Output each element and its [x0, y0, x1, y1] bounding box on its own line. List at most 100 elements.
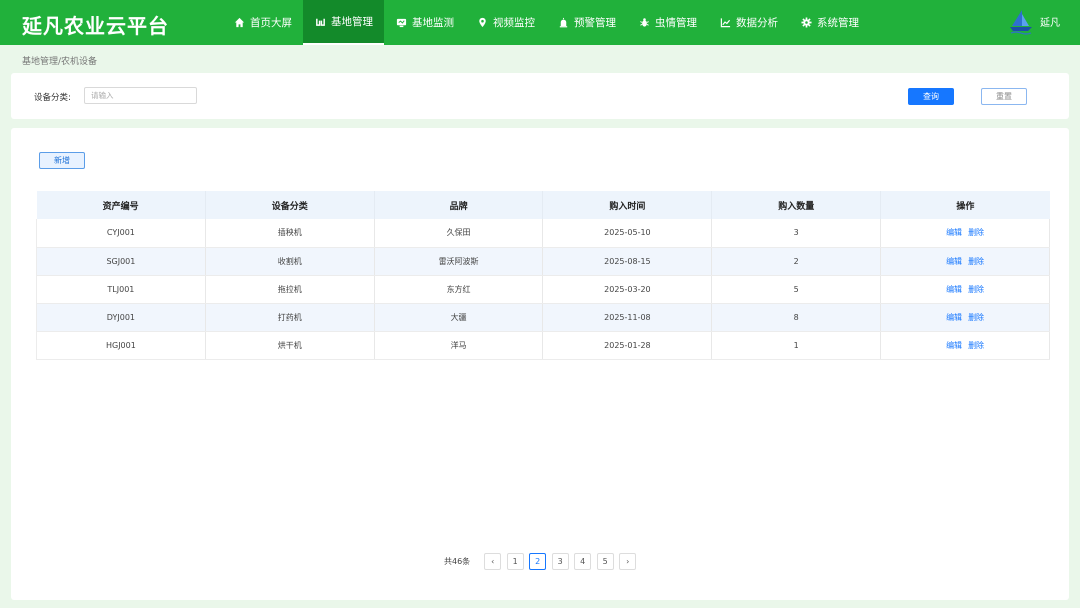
prev-page-button[interactable]: ‹ [484, 553, 502, 570]
asset-id-cell: SGJ001 [36, 247, 206, 276]
category-cell: 收割机 [205, 247, 375, 276]
category-input[interactable]: 请输入 [84, 87, 197, 104]
date-cell: 2025-08-15 [542, 247, 713, 276]
column-header: 品牌 [374, 191, 544, 219]
asset-id-cell: HGJ001 [36, 331, 206, 360]
table-row: DYJ001 打药机 大疆 2025-11-08 8 编辑 删除 [36, 303, 1050, 332]
gear-icon [800, 17, 812, 29]
actions-cell: 编辑 删除 [880, 331, 1050, 360]
actions-cell: 编辑 删除 [880, 303, 1050, 332]
category-cell: 烘干机 [205, 331, 375, 360]
delete-link[interactable]: 删除 [968, 228, 984, 237]
user-name: 延凡 [1040, 17, 1060, 29]
table-row: TLJ001 拖拉机 东方红 2025-03-20 5 编辑 删除 [36, 275, 1050, 304]
user-menu[interactable]: 延凡 [1008, 6, 1060, 36]
category-cell: 插秧机 [205, 219, 375, 248]
column-header: 购入数量 [711, 191, 882, 219]
nav-item-system[interactable]: 系统管理 [789, 0, 870, 45]
brand-cell: 雷沃阿波斯 [374, 247, 544, 276]
reset-button[interactable]: 重置 [981, 88, 1027, 105]
category-cell: 打药机 [205, 303, 375, 332]
column-header: 操作 [880, 191, 1050, 219]
quantity-cell: 8 [711, 303, 882, 332]
nav-label: 基地监测 [412, 17, 454, 29]
search-panel: 设备分类: 请输入 查询 重置 [11, 73, 1069, 119]
page-button[interactable]: 5 [596, 553, 614, 570]
equipment-table: 资产编号 设备分类 品牌 购入时间 购入数量 操作 CYJ001 插秧机 久保田… [36, 191, 1050, 360]
top-header: 延凡农业云平台 首页大屏 基地管理 基地监测 视频监控 预警管理 虫情管理 数据… [0, 0, 1080, 45]
quantity-cell: 3 [711, 219, 882, 248]
brand-cell: 东方红 [374, 275, 544, 304]
main-panel: 新增 资产编号 设备分类 品牌 购入时间 购入数量 操作 CYJ001 插秧机 … [11, 128, 1069, 600]
home-icon [233, 17, 245, 29]
company-logo [1010, 10, 1032, 35]
table-header-row: 资产编号 设备分类 品牌 购入时间 购入数量 操作 [36, 191, 1050, 219]
nav-item-analysis[interactable]: 数据分析 [708, 0, 789, 45]
base-icon [314, 16, 326, 28]
nav-item-base-management[interactable]: 基地管理 [303, 0, 384, 45]
nav-item-home[interactable]: 首页大屏 [222, 0, 303, 45]
category-label: 设备分类: [34, 93, 71, 103]
actions-cell: 编辑 删除 [880, 219, 1050, 248]
edit-link[interactable]: 编辑 [946, 228, 962, 237]
nav-label: 系统管理 [817, 17, 859, 29]
page-button-current[interactable]: 2 [529, 553, 547, 570]
edit-link[interactable]: 编辑 [946, 257, 962, 266]
bug-icon [638, 17, 650, 29]
delete-link[interactable]: 删除 [968, 313, 984, 322]
date-cell: 2025-05-10 [542, 219, 713, 248]
nav-label: 虫情管理 [655, 17, 697, 29]
nav-label: 数据分析 [736, 17, 778, 29]
query-button[interactable]: 查询 [908, 88, 954, 105]
alarm-icon [557, 17, 569, 29]
edit-link[interactable]: 编辑 [946, 285, 962, 294]
total-count: 共46条 [444, 557, 471, 566]
asset-id-cell: TLJ001 [36, 275, 206, 304]
column-header: 购入时间 [542, 191, 713, 219]
page-button[interactable]: 4 [574, 553, 592, 570]
asset-id-cell: DYJ001 [36, 303, 206, 332]
quantity-cell: 5 [711, 275, 882, 304]
delete-link[interactable]: 删除 [968, 341, 984, 350]
edit-link[interactable]: 编辑 [946, 341, 962, 350]
brand-cell: 洋马 [374, 331, 544, 360]
table-row: HGJ001 烘干机 洋马 2025-01-28 1 编辑 删除 [36, 331, 1050, 360]
next-page-button[interactable]: › [619, 553, 637, 570]
delete-link[interactable]: 删除 [968, 285, 984, 294]
nav-item-video[interactable]: 视频监控 [465, 0, 546, 45]
add-button[interactable]: 新增 [39, 152, 85, 169]
nav-label: 视频监控 [493, 17, 535, 29]
delete-link[interactable]: 删除 [968, 257, 984, 266]
column-header: 资产编号 [36, 191, 206, 219]
date-cell: 2025-03-20 [542, 275, 713, 304]
category-cell: 拖拉机 [205, 275, 375, 304]
date-cell: 2025-01-28 [542, 331, 713, 360]
asset-id-cell: CYJ001 [36, 219, 206, 248]
nav-item-base-monitoring[interactable]: 基地监测 [384, 0, 465, 45]
table-row: SGJ001 收割机 雷沃阿波斯 2025-08-15 2 编辑 删除 [36, 247, 1050, 276]
page-button[interactable]: 1 [506, 553, 524, 570]
nav-item-pests[interactable]: 虫情管理 [627, 0, 708, 45]
actions-cell: 编辑 删除 [880, 247, 1050, 276]
pagination: 共46条 ‹ 1 2 3 4 5 › [444, 553, 642, 570]
actions-cell: 编辑 删除 [880, 275, 1050, 304]
nav-label: 预警管理 [574, 17, 616, 29]
quantity-cell: 2 [711, 247, 882, 276]
column-header: 设备分类 [205, 191, 375, 219]
date-cell: 2025-11-08 [542, 303, 713, 332]
breadcrumb: 基地管理/农机设备 [22, 57, 98, 67]
chevron-left-icon: ‹ [491, 557, 495, 566]
edit-link[interactable]: 编辑 [946, 313, 962, 322]
monitor-icon [395, 17, 407, 29]
nav-item-alerts[interactable]: 预警管理 [546, 0, 627, 45]
chevron-right-icon: › [626, 557, 630, 566]
location-pin-icon [476, 17, 488, 29]
nav-label: 首页大屏 [250, 17, 292, 29]
table-row: CYJ001 插秧机 久保田 2025-05-10 3 编辑 删除 [36, 219, 1050, 248]
nav-label: 基地管理 [331, 16, 373, 28]
app-title: 延凡农业云平台 [22, 14, 169, 38]
quantity-cell: 1 [711, 331, 882, 360]
page-button[interactable]: 3 [551, 553, 569, 570]
brand-cell: 大疆 [374, 303, 544, 332]
main-nav: 首页大屏 基地管理 基地监测 视频监控 预警管理 虫情管理 数据分析 系统管理 [222, 0, 870, 45]
